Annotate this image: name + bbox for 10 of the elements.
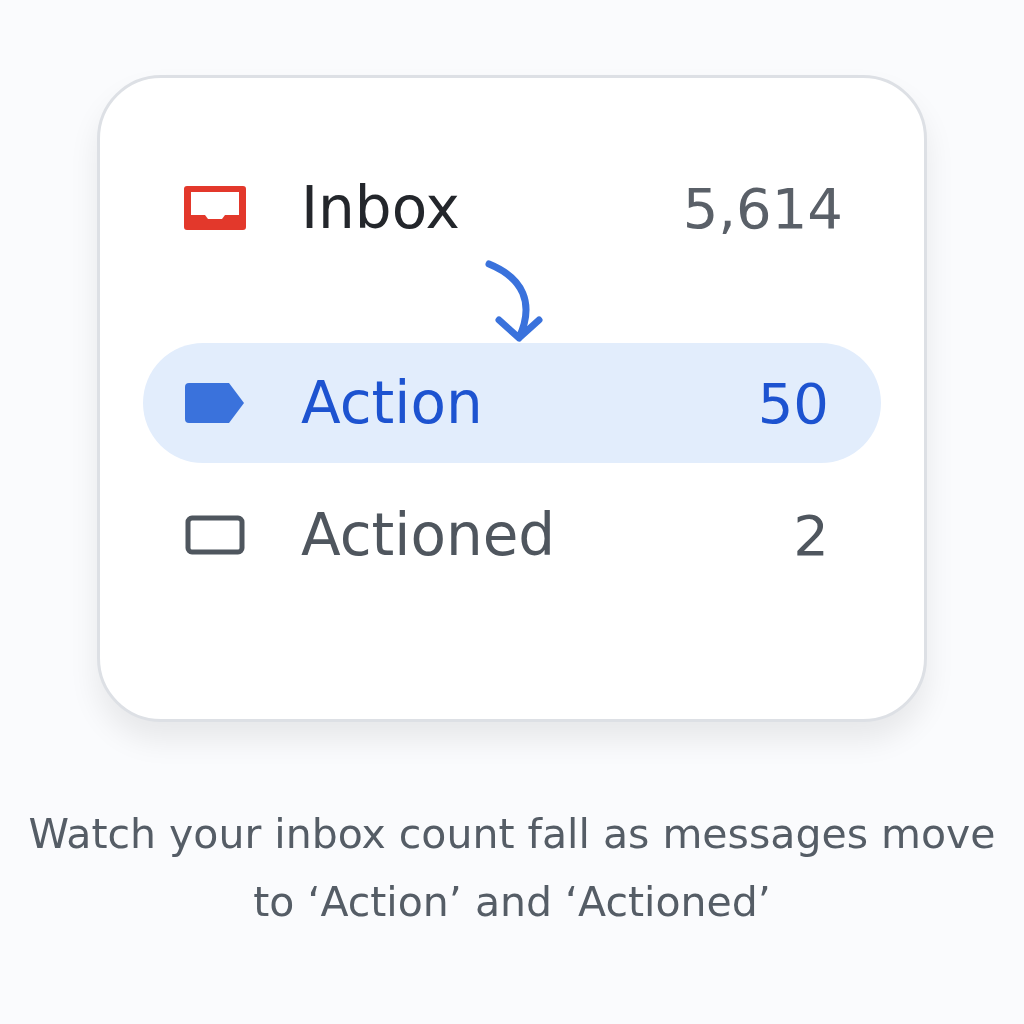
folder-name: Action	[301, 369, 484, 437]
caption-text: Watch your inbox count fall as messages move to ‘Action’ and ‘Actioned’	[27, 809, 997, 928]
folder-item[interactable]: Inbox 5,614	[143, 148, 881, 268]
folder-count: 2	[793, 502, 829, 568]
folder-item[interactable]: Actioned 2	[143, 475, 881, 595]
folder-name: Inbox	[301, 174, 461, 242]
folder-count: 5,614	[682, 175, 843, 241]
folder-name: Actioned	[301, 501, 557, 569]
folder-item[interactable]: Action 50	[143, 343, 881, 463]
folder-count: 50	[757, 370, 829, 436]
